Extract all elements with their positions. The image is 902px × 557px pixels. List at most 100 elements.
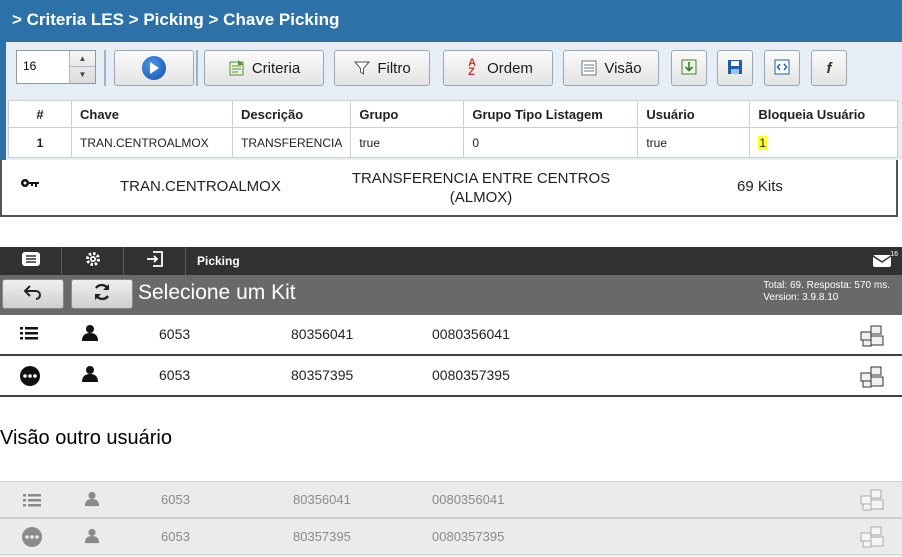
status-total: Total: 69. Resposta: 570 ms. [763,280,890,291]
filter-button[interactable]: Filtro [334,50,430,86]
boxes-icon [858,525,888,552]
view-button[interactable]: Visão [563,50,659,86]
criteria-table: # Chave Descrição Grupo Grupo Tipo Lista… [8,100,898,158]
cell-usuario[interactable]: true [637,127,751,158]
user-icon [83,528,101,547]
table-row[interactable]: 1 TRAN.CENTROALMOX TRANSFERENCIA true 0 … [8,127,898,158]
other-user-caption: Visão outro usuário [0,427,172,449]
execute-button[interactable] [114,50,194,86]
list-icon [22,492,42,511]
cell-number: 80357395 [293,529,351,544]
filter-button-label: Filtro [377,59,411,77]
popup-kits-count: 69 Kits [737,178,783,195]
gear-icon [84,250,102,273]
cell-grupo-tipo[interactable]: 0 [463,127,639,158]
funnel-icon [353,59,371,77]
spinner-down-icon[interactable]: ▼ [70,67,95,83]
list-item: 6053 80357395 0080357395 [0,518,902,555]
criteria-icon [228,59,246,77]
status-version: Version: 3.9.8.10 [763,292,839,303]
cell-full-number: 0080356041 [432,326,510,342]
spinner-value: 16 [23,59,37,73]
column-header[interactable]: Grupo Tipo Listagem [463,100,639,128]
refresh-icon [92,282,112,307]
page-size-spinner[interactable]: 16 ▲ ▼ [16,50,96,84]
view-button-label: Visão [604,59,642,77]
column-header[interactable]: Descrição [231,100,352,128]
cell-number: 80356041 [291,326,354,342]
boxes-icon[interactable] [858,365,888,392]
cell-descricao[interactable]: TRANSFERENCIA [231,127,352,158]
list-item[interactable]: 6053 80356041 0080356041 [0,315,902,356]
column-header[interactable]: # [8,100,72,128]
refresh-button[interactable] [71,279,133,309]
play-icon [142,56,166,80]
save-button[interactable] [717,50,753,86]
popup-descricao-line1: TRANSFERENCIA ENTRE CENTROS [351,170,611,187]
menu-tab[interactable] [0,247,62,275]
cell-code: 6053 [159,367,191,383]
cell-number: 80357395 [291,367,354,383]
export-button[interactable] [671,50,707,86]
export-icon [680,58,698,79]
row-number: 1 [8,127,72,158]
user-icon [80,365,100,386]
code-icon [773,58,791,79]
criteria-window: > Criteria LES > Picking > Chave Picking… [0,0,902,160]
more-options-icon [21,526,43,551]
toolbar-divider [104,50,106,86]
cell-code: 6053 [161,529,190,544]
cell-code: 6053 [159,326,191,342]
column-header[interactable]: Usuário [637,100,751,128]
mobile-top-bar: Picking 16 [0,247,902,275]
page-title: Selecione um Kit [138,281,296,304]
user-icon [80,324,100,345]
cell-bloqueia[interactable]: 1 [749,127,898,158]
spinner-up-icon[interactable]: ▲ [70,51,95,67]
popup-chave: TRAN.CENTROALMOX [120,178,281,195]
cell-full-number: 0080357395 [432,529,505,544]
cell-chave[interactable]: TRAN.CENTROALMOX [71,127,233,158]
column-header[interactable]: Bloqueia Usuário [749,100,898,128]
list-icon[interactable] [19,324,39,345]
settings-tab[interactable] [62,247,124,275]
status-info: Total: 69. Resposta: 570 ms. Version: 3.… [763,280,890,304]
boxes-icon[interactable] [858,324,888,351]
more-options-icon[interactable] [19,365,41,390]
order-button-label: Ordem [487,59,533,77]
order-button[interactable]: AZ Ordem [443,50,553,86]
notification-badge: 16 [890,251,898,258]
picking-key-row[interactable]: TRAN.CENTROALMOX TRANSFERENCIA ENTRE CEN… [0,160,898,217]
back-button[interactable] [2,279,64,309]
function-button[interactable]: f [811,50,847,86]
popup-descricao: TRANSFERENCIA ENTRE CENTROS (ALMOX) [342,169,620,207]
mobile-tab-label: Picking [197,254,240,268]
mobile-header: Selecione um Kit Total: 69. Resposta: 57… [0,275,902,315]
login-tab[interactable] [124,247,186,275]
sort-az-icon: AZ [468,57,477,78]
criteria-button-label: Criteria [251,59,301,77]
list-item: 6053 80356041 0080356041 [0,481,902,518]
sign-in-icon [146,250,164,273]
list-item[interactable]: 6053 80357395 0080357395 [0,356,902,397]
breadcrumb: > Criteria LES > Picking > Chave Picking [12,10,340,29]
key-icon [20,176,40,193]
cell-number: 80356041 [293,492,351,507]
back-arrow-icon [23,283,43,306]
view-list-icon [580,59,598,77]
mobile-app: Picking 16 Selecione um Kit Total: 69. R… [0,247,902,397]
cell-grupo[interactable]: true [350,127,465,158]
highlight-value: 1 [758,135,768,150]
column-header[interactable]: Grupo [350,100,465,128]
user-icon [83,491,101,510]
spinner-buttons[interactable]: ▲ ▼ [69,51,95,83]
code-button[interactable] [764,50,800,86]
cell-code: 6053 [161,492,190,507]
criteria-button[interactable]: Criteria [204,50,324,86]
function-icon: f [826,59,832,77]
menu-icon [21,251,41,272]
notification-button[interactable]: 16 [872,251,898,273]
column-header[interactable]: Chave [71,100,233,128]
boxes-icon [858,488,888,515]
cell-full-number: 0080357395 [432,367,510,383]
